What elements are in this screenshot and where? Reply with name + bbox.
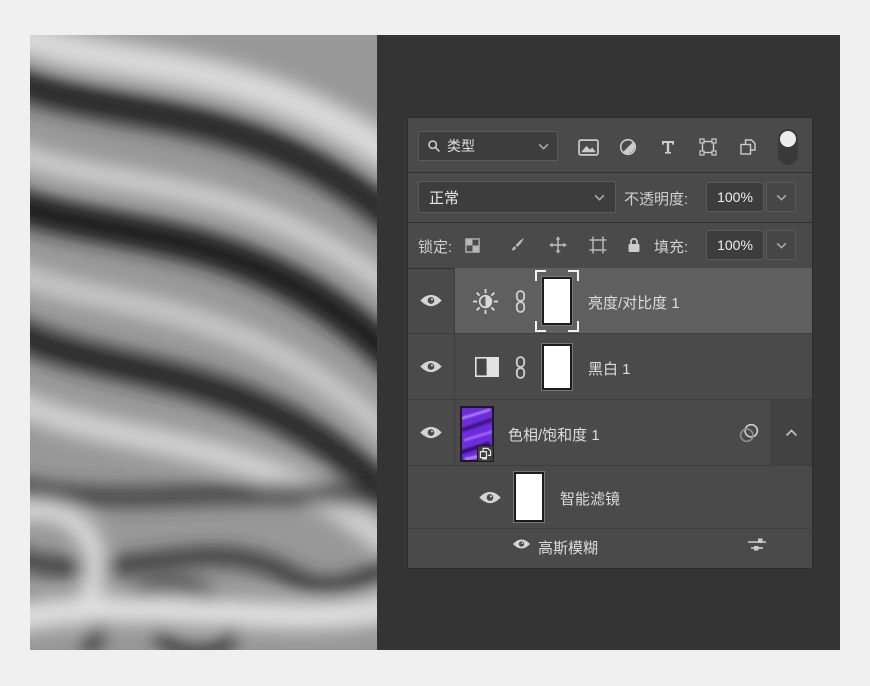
visibility-toggle[interactable] — [408, 400, 455, 465]
filter-mask-thumbnail[interactable] — [514, 472, 544, 522]
toggle-knob — [780, 131, 796, 147]
smart-filter-item-row[interactable]: 高斯模糊 — [408, 528, 812, 562]
layers-list: 亮度/对比度 1 — [408, 268, 812, 568]
eye-icon — [419, 293, 443, 308]
smart-filters-label: 智能滤镜 — [560, 488, 620, 509]
silk-image[interactable] — [30, 35, 377, 650]
chevron-down-icon — [594, 194, 605, 201]
fill-value: 100% — [717, 237, 753, 253]
layer-mask-thumbnail[interactable] — [542, 344, 572, 390]
chevron-down-icon — [776, 242, 787, 249]
chevron-down-icon — [776, 194, 787, 201]
lock-transparency-icon[interactable] — [461, 235, 483, 255]
smart-filter-name[interactable]: 高斯模糊 — [538, 537, 598, 558]
layer-name[interactable]: 亮度/对比度 1 — [588, 292, 680, 313]
brightness-contrast-icon[interactable] — [472, 288, 499, 315]
lock-pixels-brush-icon[interactable] — [506, 235, 528, 255]
layers-panel: 类型 — [408, 118, 812, 568]
chevron-up-icon — [785, 429, 798, 437]
opacity-value-box[interactable]: 100% — [706, 182, 764, 212]
mask-link-icon[interactable] — [514, 290, 527, 313]
filter-type-select[interactable]: 类型 — [418, 131, 558, 161]
layer-filter-bar: 类型 — [408, 118, 812, 173]
filter-type-label: 类型 — [447, 136, 475, 156]
layer-row-brightness-contrast[interactable]: 亮度/对比度 1 — [408, 268, 812, 334]
layer-row-black-white[interactable]: 黑白 1 — [408, 334, 812, 400]
visibility-toggle[interactable] — [512, 538, 531, 550]
fill-dropdown-button[interactable] — [766, 230, 796, 260]
blend-mode-select[interactable]: 正常 — [418, 181, 616, 213]
filter-blending-options-icon[interactable] — [746, 537, 768, 553]
blend-opacity-row: 正常 不透明度: 100% — [408, 172, 812, 223]
visibility-toggle[interactable] — [408, 268, 455, 333]
layer-mask-thumbnail[interactable] — [542, 277, 572, 325]
chevron-down-icon — [538, 143, 549, 150]
eye-icon — [478, 490, 502, 505]
layer-name[interactable]: 黑白 1 — [588, 358, 631, 379]
type-layers-filter-icon[interactable] — [653, 134, 683, 160]
layer-row-hue-saturation[interactable]: 色相/饱和度 1 — [408, 400, 812, 466]
fill-value-box[interactable]: 100% — [706, 230, 764, 260]
smart-objects-filter-icon[interactable] — [733, 134, 763, 160]
visibility-toggle[interactable] — [408, 334, 455, 399]
opacity-value: 100% — [717, 189, 753, 205]
eye-icon — [419, 425, 443, 440]
eye-icon — [419, 359, 443, 374]
lock-label: 锁定: — [418, 236, 452, 257]
search-icon — [427, 139, 441, 153]
lock-fill-row: 锁定: — [408, 222, 812, 269]
smart-object-badge-icon — [477, 445, 494, 462]
fill-label: 填充: — [654, 236, 688, 257]
visibility-toggle[interactable] — [478, 490, 502, 505]
layer-filtering-toggle[interactable] — [778, 129, 798, 165]
adjustment-layers-filter-icon[interactable] — [613, 134, 643, 160]
lock-position-move-icon[interactable] — [547, 235, 569, 255]
mask-link-icon[interactable] — [514, 356, 527, 379]
smart-object-thumbnail[interactable] — [460, 406, 494, 462]
shape-layers-filter-icon[interactable] — [693, 134, 723, 160]
blend-mode-value: 正常 — [429, 187, 459, 208]
opacity-label: 不透明度: — [624, 188, 688, 209]
smart-filter-effects-icon[interactable] — [738, 422, 760, 444]
collapse-effects-button[interactable] — [770, 400, 812, 465]
smart-filters-row[interactable]: 智能滤镜 — [408, 466, 812, 528]
lock-artboard-icon[interactable] — [587, 235, 609, 255]
black-white-adjustment-icon[interactable] — [474, 356, 500, 378]
screenshot-root: 类型 — [0, 0, 870, 686]
opacity-dropdown-button[interactable] — [766, 182, 796, 212]
layer-name[interactable]: 色相/饱和度 1 — [508, 424, 600, 445]
lock-all-padlock-icon[interactable] — [623, 235, 645, 255]
eye-icon — [512, 538, 531, 550]
pixel-layers-filter-icon[interactable] — [573, 134, 603, 160]
